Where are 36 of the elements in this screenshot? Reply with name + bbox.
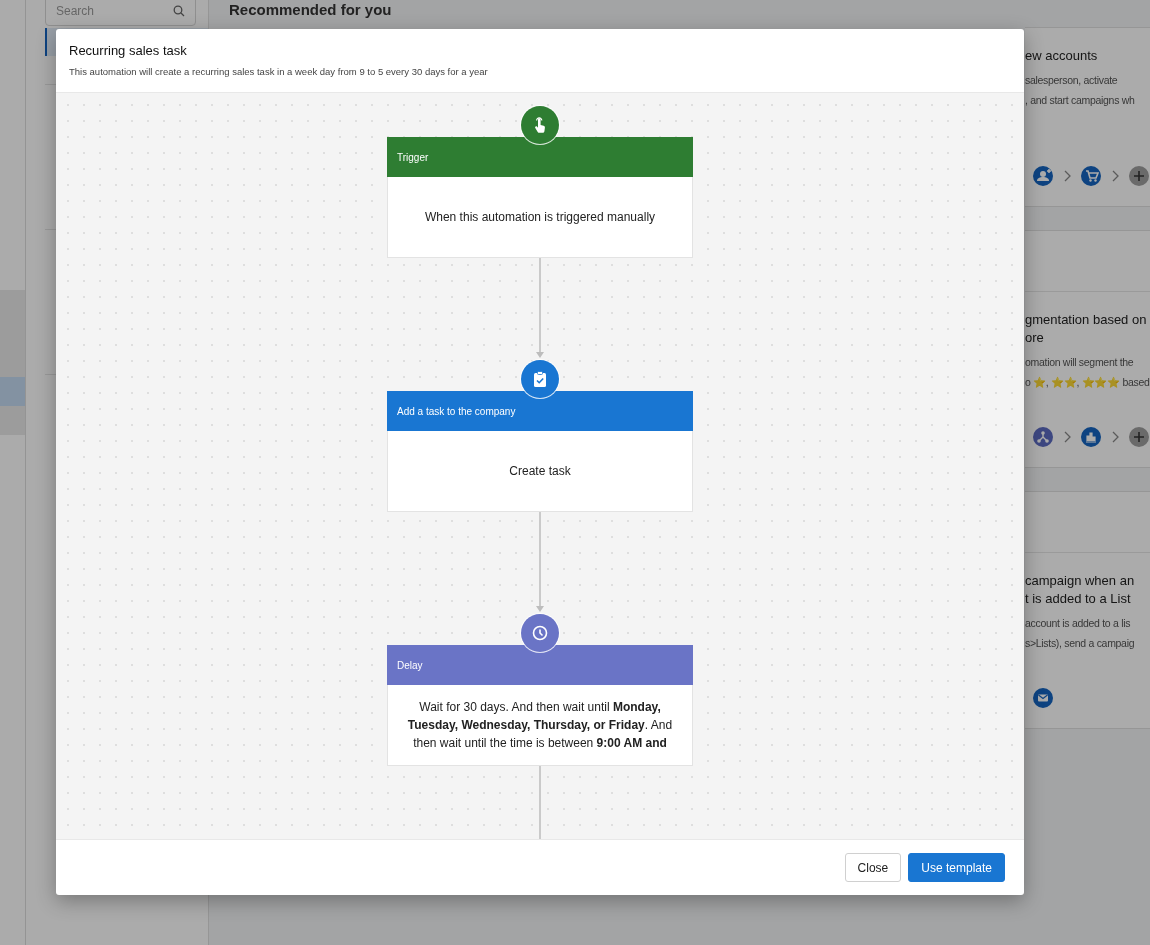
card-description: , and start campaigns wh <box>1025 92 1136 108</box>
card-description: account is added to a lis <box>1025 616 1132 631</box>
chevron-icon <box>1110 431 1120 443</box>
step-header: Trigger <box>387 137 693 177</box>
template-card[interactable]: ew accounts salesperson, activate , and start campaigns wh <box>1025 27 1150 207</box>
card-description: omation will segment the <box>1025 355 1135 370</box>
card-description: o ⭐, ⭐⭐, ⭐⭐⭐ based <box>1025 374 1150 390</box>
mail-icon <box>1033 688 1053 708</box>
close-button[interactable]: Close <box>844 853 902 882</box>
chevron-icon <box>1062 170 1072 182</box>
step-description: When this automation is triggered manually <box>424 209 656 226</box>
template-card[interactable]: campaign when an t is added to a List account is added to a lis s>Lists), send a campaig <box>1025 491 1150 729</box>
card-title: t is added to a List <box>1025 590 1132 608</box>
chevron-icon <box>1110 170 1120 182</box>
step-header: Delay <box>387 645 693 685</box>
dialog-subtitle: This automation will create a recurring sales task in a week day from 9 to 5 every 30 days for a year <box>69 66 489 77</box>
plus-icon <box>1129 427 1149 447</box>
step-description: Wait for 30 days. And then wait until Monday, Tuesday, Wednesday, Thursday, or Friday. And then wait until the time is between 9:00 AM and <box>406 699 674 752</box>
chevron-icon <box>1062 431 1072 443</box>
card-title: campaign when an <box>1025 572 1136 590</box>
cart-icon <box>1081 166 1101 186</box>
dialog-title: Recurring sales task <box>69 43 188 58</box>
search-icon <box>173 5 185 17</box>
use-template-button[interactable]: Use template <box>908 853 1005 882</box>
card-description: s>Lists), send a campaig <box>1025 635 1136 651</box>
network-icon <box>1033 427 1053 447</box>
step-description: Create task <box>509 463 571 480</box>
card-description: salesperson, activate <box>1025 73 1119 88</box>
card-title: ore <box>1025 329 1045 347</box>
card-title: gmentation based on <box>1025 311 1148 329</box>
step-header: Add a task to the company <box>387 391 693 431</box>
section-title: Recommended for you <box>229 1 393 20</box>
person-add-icon <box>1033 166 1053 186</box>
card-title: ew accounts <box>1025 47 1099 65</box>
plus-icon <box>1129 166 1149 186</box>
template-card[interactable]: gmentation based on ore omation will segment the o ⭐, ⭐⭐, ⭐⭐⭐ based <box>1025 230 1150 468</box>
